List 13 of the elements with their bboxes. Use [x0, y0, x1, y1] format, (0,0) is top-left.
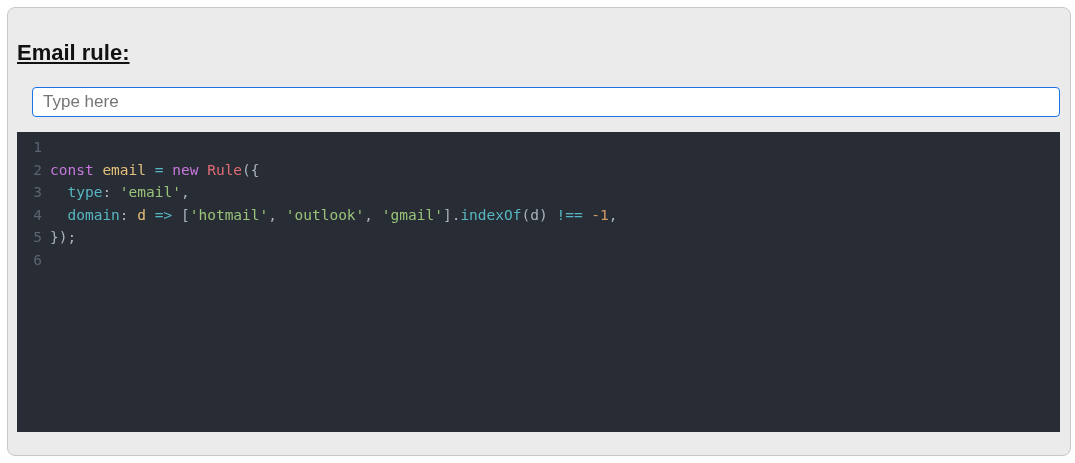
line-number: 4: [32, 205, 43, 225]
rule-input[interactable]: Type here: [32, 87, 1060, 117]
rule-heading: Email rule:: [17, 39, 130, 67]
code-editor[interactable]: 1 2 const email = new Rule({ 3 type: 'email', 4 domain: d => ['hotmail', 'outlook', 'gmail'].indexOf(d) !== -1, 5 }); 6: [17, 132, 1060, 432]
line-number: 1: [32, 138, 43, 157]
code-line: type: 'email',: [66, 183, 190, 202]
code-line: domain: d => ['hotmail', 'outlook', 'gmail'].indexOf(d) !== -1,: [66, 205, 618, 225]
code-line: const email = new Rule({: [50, 160, 260, 180]
line-number: 5: [32, 228, 43, 247]
line-number: 6: [32, 250, 43, 270]
line-number: 2: [32, 160, 43, 180]
line-number: 3: [32, 183, 43, 202]
code-line: });: [50, 228, 77, 247]
